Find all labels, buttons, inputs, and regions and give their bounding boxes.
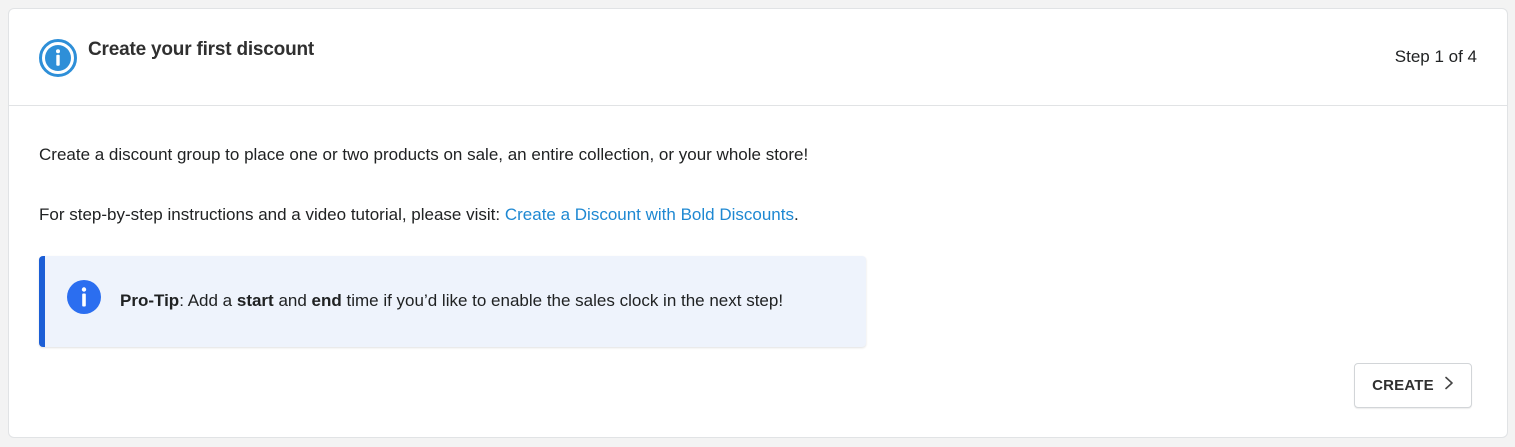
page-background-strip	[0, 438, 1515, 447]
step-indicator: Step 1 of 4	[1394, 47, 1477, 66]
create-button[interactable]: CREATE	[1354, 363, 1472, 408]
page-title: Create your first discount	[88, 39, 315, 60]
info-circle-icon	[38, 38, 78, 78]
protip-start-keyword: start	[236, 291, 274, 310]
protip-text-part: time if you’d like to enable the sales c…	[341, 291, 784, 310]
protip-banner: Pro-Tip: Add a start and end time if you…	[39, 256, 866, 347]
protip-text-part: and	[273, 291, 312, 310]
protip-text-part: : Add a	[179, 291, 237, 310]
create-button-label: CREATE	[1372, 377, 1434, 394]
protip-label: Pro-Tip	[120, 291, 180, 310]
instructions-prefix: For step-by-step instructions and a vide…	[39, 205, 505, 224]
onboarding-card: Create your first discount Step 1 of 4 C…	[8, 8, 1508, 438]
chevron-right-icon	[1444, 376, 1454, 395]
protip-text: Pro-Tip: Add a start and end time if you…	[120, 291, 783, 311]
info-filled-icon	[66, 279, 102, 315]
card-body: Create a discount group to place one or …	[39, 106, 1477, 437]
description-text: Create a discount group to place one or …	[39, 145, 809, 164]
instructions-text: For step-by-step instructions and a vide…	[39, 205, 799, 225]
protip-end-keyword: end	[311, 291, 342, 310]
instructions-suffix: .	[793, 205, 799, 224]
card-header: Create your first discount Step 1 of 4	[9, 9, 1507, 106]
tutorial-link[interactable]: Create a Discount with Bold Discounts	[505, 205, 794, 224]
